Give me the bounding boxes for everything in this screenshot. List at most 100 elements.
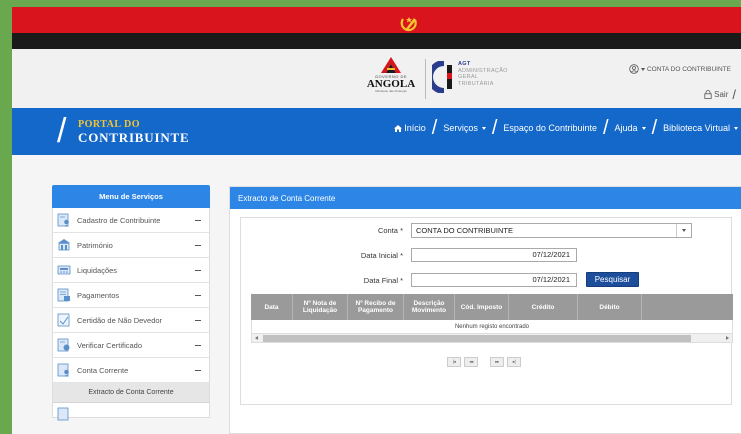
portal-title-bottom: CONTRIBUINTE xyxy=(78,130,190,145)
nav-espaco-label: Espaço do Contribuinte xyxy=(503,123,597,133)
data-inicial-input[interactable]: 07/12/2021 xyxy=(411,248,577,262)
sidebar-item-label: Certidão de Não Devedor xyxy=(77,315,163,325)
logo-divider xyxy=(425,59,426,99)
content-area: Menu de Serviços Cadastro de Contribuint… xyxy=(12,155,741,434)
collapse-minus-icon[interactable] xyxy=(195,244,201,246)
col-nota-liquidacao[interactable]: Nº Nota de Liquidação xyxy=(293,294,348,320)
panel-title: Extracto de Conta Corrente xyxy=(230,187,741,209)
scroll-thumb[interactable] xyxy=(263,335,691,342)
scroll-left-icon[interactable] xyxy=(255,336,258,340)
nav-servicos-label: Serviços xyxy=(443,123,478,133)
calculator-icon xyxy=(57,265,71,275)
logout-separator: / xyxy=(732,87,736,102)
pesquisar-button[interactable]: Pesquisar xyxy=(586,272,639,287)
nav-separator: / xyxy=(491,117,498,139)
portal-navbar: / PORTAL DO CONTRIBUINTE Início / Serviç… xyxy=(12,108,741,155)
sidebar-item-certidao[interactable]: Certidão de Não Devedor xyxy=(53,308,209,333)
sidebar-item-pagamentos[interactable]: Pagamentos xyxy=(53,283,209,308)
nav-inicio[interactable]: Início xyxy=(394,123,426,133)
sidebar-item-label: Património xyxy=(77,240,113,250)
sidebar-item-cadastro[interactable]: Cadastro de Contribuinte xyxy=(53,208,209,233)
col-descricao[interactable]: Descrição Movimento xyxy=(404,294,455,320)
agt-line-2: GERAL xyxy=(458,74,479,80)
document-icon xyxy=(57,407,69,421)
lock-icon xyxy=(704,90,712,99)
flag-band xyxy=(12,7,741,49)
account-icon xyxy=(57,363,69,377)
agt-logo[interactable]: AGT ADMINISTRAÇÃO GERAL TRIBUTÁRIA xyxy=(432,59,542,99)
collapse-minus-icon[interactable] xyxy=(195,344,201,346)
browser-page: GOVERNO DE ANGOLA Ministério das Finança… xyxy=(12,7,741,434)
col-data[interactable]: Data xyxy=(251,294,293,320)
conta-label-text: Conta xyxy=(377,226,398,235)
conta-select[interactable]: CONTA DO CONTRIBUINTE xyxy=(411,223,692,238)
collapse-minus-icon[interactable] xyxy=(195,369,201,371)
angola-emblem-icon xyxy=(400,17,417,32)
logout-link[interactable]: Sair / xyxy=(704,87,736,102)
nav-biblioteca[interactable]: Biblioteca Virtual xyxy=(663,123,738,133)
sidebar-item-verificar[interactable]: Verificar Certificado xyxy=(53,333,209,358)
collapse-minus-icon[interactable] xyxy=(195,219,201,221)
results-grid: Data Nº Nota de Liquidação Nº Recibo de … xyxy=(251,294,733,343)
horizontal-scrollbar[interactable] xyxy=(251,333,733,343)
collapse-minus-icon[interactable] xyxy=(195,294,201,296)
nav-servicos[interactable]: Serviços xyxy=(443,123,486,133)
user-caret-icon xyxy=(640,67,645,71)
sidebar-item-patrimonio[interactable]: Património xyxy=(53,233,209,258)
sidebar-subitem-extracto[interactable]: Extracto de Conta Corrente xyxy=(53,383,209,403)
data-final-input[interactable]: 07/12/2021 xyxy=(411,273,577,287)
user-menu-label: CONTA DO CONTRIBUINTE xyxy=(646,65,731,73)
select-arrow-icon[interactable] xyxy=(676,224,691,237)
grid-pager: |◂ ◂◂ ▸▸ ▸| xyxy=(447,357,521,367)
collapse-minus-icon[interactable] xyxy=(195,319,201,321)
sidebar-item-label: Liquidações xyxy=(77,265,118,275)
agt-line-1: ADMINISTRAÇÃO xyxy=(458,67,508,74)
building-icon xyxy=(58,239,70,251)
caret-down-icon xyxy=(641,126,646,130)
sidebar-item-label: Cadastro de Contribuinte xyxy=(77,215,161,225)
user-menu[interactable]: CONTA DO CONTRIBUINTE xyxy=(629,64,731,74)
governo-angola-logo[interactable]: GOVERNO DE ANGOLA Ministério das Finança… xyxy=(361,57,421,103)
portal-logo-slash: / xyxy=(57,112,67,150)
grid-empty-message: Nenhum registo encontrado xyxy=(251,320,733,333)
last-page-button[interactable]: ▸| xyxy=(507,357,521,367)
col-debito[interactable]: Débito xyxy=(578,294,642,320)
pager-gap xyxy=(481,357,487,367)
sidebar-item-label: Pagamentos xyxy=(77,290,120,300)
logout-label: Sair xyxy=(714,90,729,99)
nav-separator: / xyxy=(651,117,658,139)
required-mark: * xyxy=(400,251,403,260)
verify-certificate-icon xyxy=(57,338,70,352)
certificate-icon xyxy=(57,313,70,327)
agt-text: AGT ADMINISTRAÇÃO GERAL TRIBUTÁRIA xyxy=(458,61,508,87)
agt-abbr: AGT xyxy=(458,61,471,67)
user-circle-icon xyxy=(629,64,639,74)
sidebar-item-conta-corrente[interactable]: Conta Corrente xyxy=(53,358,209,383)
caret-down-icon xyxy=(734,126,738,130)
nav-biblioteca-label: Biblioteca Virtual xyxy=(663,123,730,133)
sidebar-item-partial[interactable] xyxy=(53,403,209,421)
sidebar-list: Cadastro de Contribuinte Património Liqu… xyxy=(52,208,210,421)
collapse-minus-icon[interactable] xyxy=(195,269,201,271)
portal-title-top: PORTAL DO xyxy=(78,119,141,130)
sidebar-title: Menu de Serviços xyxy=(52,185,210,208)
nav-separator: / xyxy=(431,117,438,139)
agt-line-3: TRIBUTÁRIA xyxy=(458,80,494,87)
col-extra xyxy=(642,294,663,320)
scroll-right-icon[interactable] xyxy=(726,336,729,340)
prev-page-button[interactable]: ◂◂ xyxy=(464,357,478,367)
col-credito[interactable]: Crédito xyxy=(509,294,578,320)
next-page-button[interactable]: ▸▸ xyxy=(490,357,504,367)
data-final-label-text: Data Final xyxy=(363,276,398,285)
first-page-button[interactable]: |◂ xyxy=(447,357,461,367)
col-cod-imposto[interactable]: Cód. Imposto xyxy=(455,294,509,320)
extracto-panel: Extracto de Conta Corrente Conta * CONTA… xyxy=(229,186,741,434)
col-recibo-pagamento[interactable]: Nº Recibo de Pagamento xyxy=(348,294,404,320)
sidebar-item-liquidacoes[interactable]: Liquidações xyxy=(53,258,209,283)
nav-espaco-contribuinte[interactable]: Espaço do Contribuinte xyxy=(503,123,597,133)
nav-ajuda[interactable]: Ajuda xyxy=(615,123,646,133)
nav-inicio-label: Início xyxy=(404,123,426,133)
required-mark: * xyxy=(400,276,403,285)
sidebar-item-label: Conta Corrente xyxy=(77,365,129,375)
data-inicial-label: Data Inicial * xyxy=(301,251,403,260)
